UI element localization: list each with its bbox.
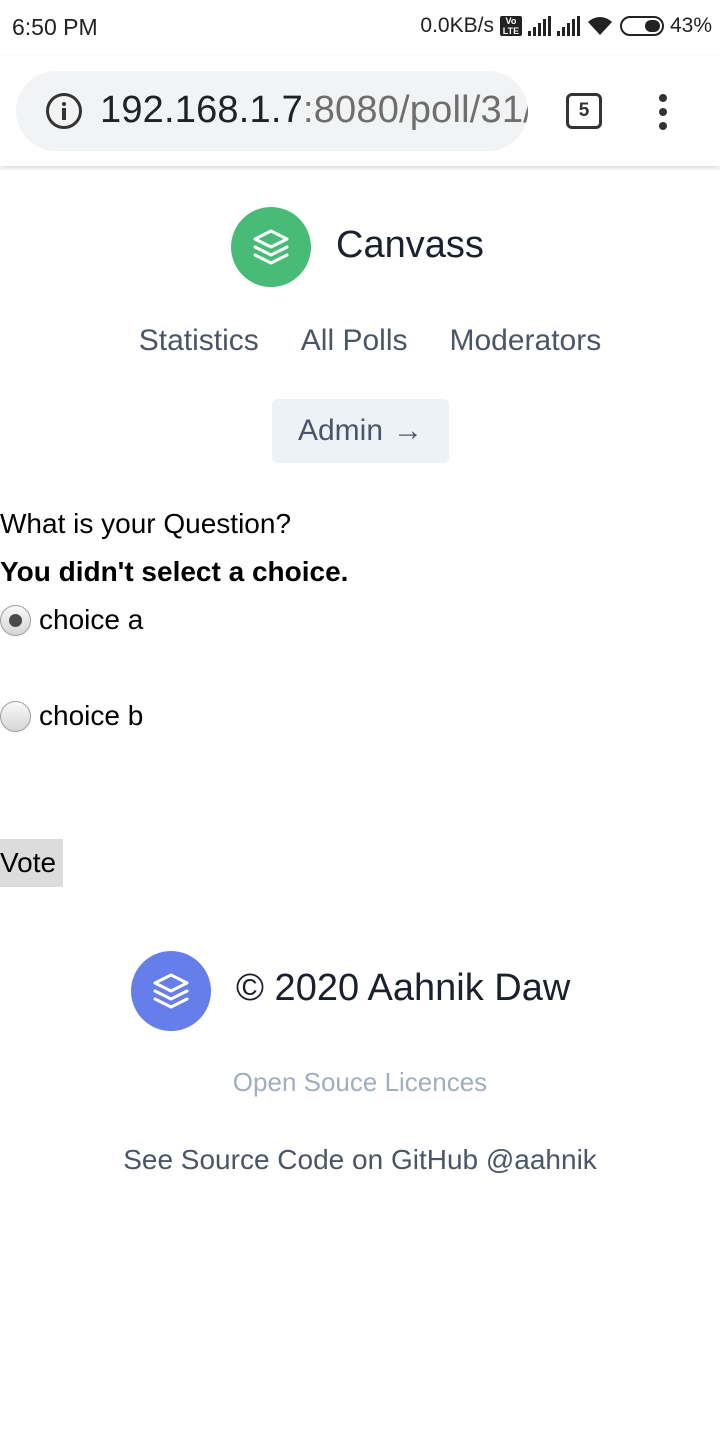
- url-path: :8080/poll/31/: [302, 89, 528, 131]
- overflow-menu-icon[interactable]: [652, 94, 676, 130]
- nav-statistics[interactable]: Statistics: [139, 324, 259, 358]
- status-time: 6:50 PM: [12, 14, 98, 40]
- volte-icon: Vo LTE: [499, 16, 522, 36]
- choice-b[interactable]: choice b: [0, 700, 143, 732]
- footer-logo-icon: [131, 951, 211, 1031]
- admin-button[interactable]: Admin →: [272, 399, 449, 463]
- signal-icon: [527, 16, 551, 36]
- error-message: You didn't select a choice.: [0, 556, 349, 587]
- battery-percent: 43%: [669, 14, 712, 37]
- nav-moderators[interactable]: Moderators: [450, 324, 602, 358]
- radio-choice-a[interactable]: [0, 604, 31, 636]
- status-bar: 6:50 PM 0.0KB/s Vo LTE 43%: [0, 0, 720, 56]
- vote-button[interactable]: Vote: [0, 839, 63, 887]
- main-nav: Statistics All Polls Moderators: [0, 324, 720, 358]
- network-speed: 0.0KB/s: [420, 14, 494, 37]
- tab-switcher-button[interactable]: 5: [566, 93, 602, 129]
- footer-copyright: © 2020 Aahnik Daw: [236, 967, 571, 1009]
- status-indicators: 0.0KB/s Vo LTE 43%: [420, 14, 712, 38]
- poll-question: What is your Question?: [0, 508, 292, 539]
- battery-fill: [644, 20, 660, 32]
- arrow-right-icon: →: [393, 414, 424, 447]
- signal-icon: [556, 16, 580, 36]
- admin-label: Admin: [297, 414, 384, 447]
- canvass-logo-icon[interactable]: [231, 207, 311, 287]
- url-host: 192.168.1.7: [100, 89, 303, 131]
- url-text[interactable]: 192.168.1.7:8080/poll/31/: [100, 89, 528, 132]
- choice-a-label[interactable]: choice a: [39, 604, 143, 636]
- battery-icon: [619, 16, 664, 36]
- licences-link[interactable]: Open Souce Licences: [0, 1067, 720, 1098]
- radio-choice-b[interactable]: [0, 700, 31, 732]
- brand-title[interactable]: Canvass: [336, 224, 484, 267]
- choice-a[interactable]: choice a: [0, 604, 143, 636]
- info-icon[interactable]: [46, 93, 82, 129]
- choice-b-label[interactable]: choice b: [39, 700, 143, 732]
- nav-all-polls[interactable]: All Polls: [301, 324, 408, 358]
- address-bar[interactable]: 192.168.1.7:8080/poll/31/: [16, 71, 528, 151]
- wifi-icon: [587, 17, 612, 35]
- browser-toolbar: 192.168.1.7:8080/poll/31/ 5: [0, 56, 720, 166]
- source-code-link[interactable]: See Source Code on GitHub @aahnik: [0, 1144, 720, 1176]
